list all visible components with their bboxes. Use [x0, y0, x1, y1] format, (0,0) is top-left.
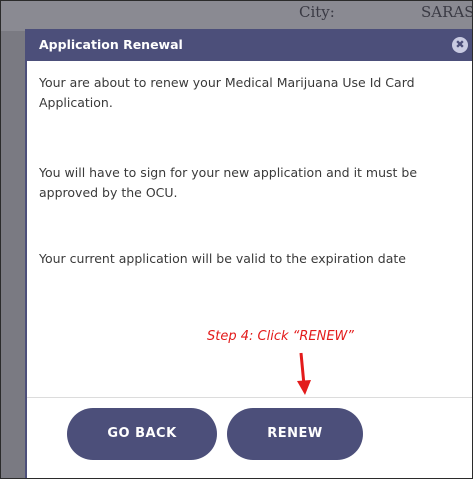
- renew-message: Your are about to renew your Medical Mar…: [39, 75, 415, 110]
- dialog-footer: GO BACK RENEW: [27, 397, 472, 478]
- go-back-button[interactable]: GO BACK: [67, 408, 217, 460]
- step-annotation: Step 4: Click “RENEW”: [207, 329, 354, 344]
- dialog-titlebar: Application Renewal ✖: [27, 29, 472, 61]
- background-page: City: SARAS: [1, 1, 472, 31]
- city-value: SARAS: [421, 3, 473, 21]
- renew-button[interactable]: RENEW: [227, 408, 363, 460]
- renewal-dialog: Application Renewal ✖ Your are about to …: [25, 29, 472, 478]
- close-icon[interactable]: ✖: [452, 37, 468, 53]
- annotation-arrow-icon: [297, 352, 311, 395]
- signature-message: You will have to sign for your new appli…: [39, 165, 418, 200]
- validity-message: Your current application will be valid t…: [39, 251, 406, 266]
- screenshot-frame: City: SARAS Application Renewal ✖ Your a…: [0, 0, 473, 479]
- dialog-title: Application Renewal: [39, 37, 183, 52]
- city-label: City:: [299, 3, 335, 21]
